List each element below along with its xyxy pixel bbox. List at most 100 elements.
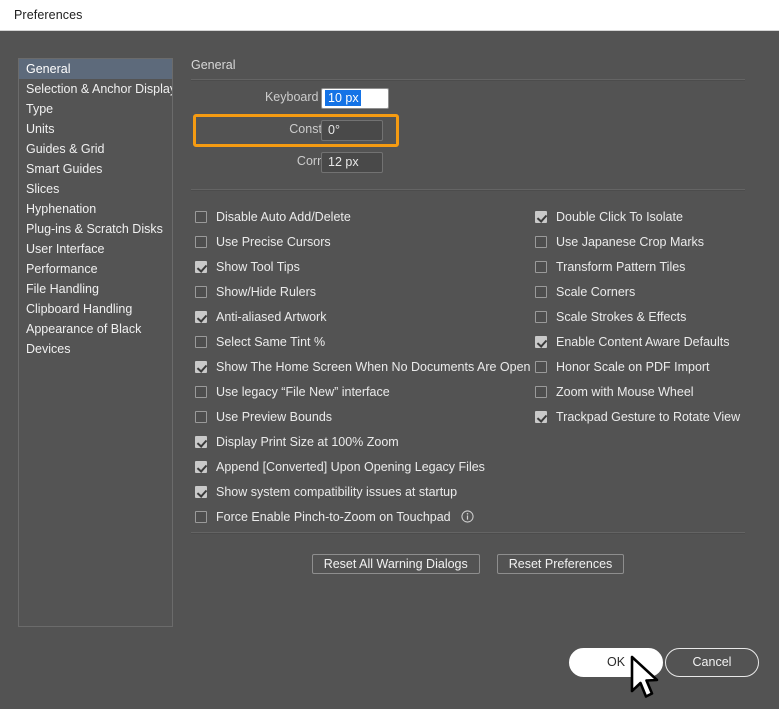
checkbox-label: Use legacy “File New” interface — [216, 384, 390, 399]
checkbox-row[interactable]: Double Click To Isolate — [535, 204, 755, 229]
keyboard-increment-value: 10 px — [325, 90, 361, 106]
sidebar-item-user-interface[interactable]: User Interface — [19, 239, 172, 259]
checkbox-row[interactable]: Show system compatibility issues at star… — [195, 479, 525, 504]
checkbox-row[interactable]: Select Same Tint % — [195, 329, 525, 354]
checkbox-row[interactable]: Force Enable Pinch-to-Zoom on Touchpad — [195, 504, 525, 529]
corner-radius-input[interactable]: 12 px — [321, 152, 383, 173]
checkbox-unchecked-icon[interactable] — [195, 285, 207, 298]
cancel-button[interactable]: Cancel — [665, 648, 759, 677]
checkbox-row[interactable]: Transform Pattern Tiles — [535, 254, 755, 279]
checkbox-label: Display Print Size at 100% Zoom — [216, 434, 399, 449]
checkbox-row[interactable]: Zoom with Mouse Wheel — [535, 379, 755, 404]
checkbox-unchecked-icon[interactable] — [535, 285, 547, 298]
category-sidebar[interactable]: General Selection & Anchor Display Type Uni… — [18, 58, 173, 627]
checkbox-row[interactable]: Anti-aliased Artwork — [195, 304, 525, 329]
checkbox-unchecked-icon[interactable] — [535, 235, 547, 248]
reset-button-group: Reset All Warning Dialogs Reset Preferenc… — [191, 554, 745, 574]
checkbox-checked-icon[interactable] — [195, 435, 207, 448]
checkbox-label: Honor Scale on PDF Import — [556, 359, 710, 374]
checkbox-checked-icon[interactable] — [535, 335, 547, 348]
checkbox-checked-icon[interactable] — [195, 310, 207, 323]
panel-title: General — [191, 58, 236, 72]
checkbox-unchecked-icon[interactable] — [535, 310, 547, 323]
sidebar-item-performance[interactable]: Performance — [19, 259, 172, 279]
sidebar-item-smart-guides[interactable]: Smart Guides — [19, 159, 172, 179]
checkbox-label: Scale Corners — [556, 284, 636, 299]
sidebar-item-devices[interactable]: Devices — [19, 339, 172, 359]
checkbox-unchecked-icon[interactable] — [535, 385, 547, 398]
sidebar-item-selection-anchor-display[interactable]: Selection & Anchor Display — [19, 79, 172, 99]
checkbox-row[interactable]: Scale Strokes & Effects — [535, 304, 755, 329]
checkbox-row[interactable]: Use legacy “File New” interface — [195, 379, 525, 404]
checkbox-label: Transform Pattern Tiles — [556, 259, 686, 274]
checkbox-row[interactable]: Display Print Size at 100% Zoom — [195, 429, 525, 454]
checkbox-label: Show/Hide Rulers — [216, 284, 317, 299]
window-title: Preferences — [14, 8, 83, 22]
checkbox-checked-icon[interactable] — [535, 410, 547, 423]
checkbox-row[interactable]: Use Preview Bounds — [195, 404, 525, 429]
sidebar-item-hyphenation[interactable]: Hyphenation — [19, 199, 172, 219]
keyboard-increment-input[interactable]: 10 px — [321, 88, 389, 109]
checkbox-unchecked-icon[interactable] — [195, 510, 207, 523]
sidebar-item-general[interactable]: General — [19, 59, 172, 79]
checkbox-label: Use Preview Bounds — [216, 409, 333, 424]
checkbox-unchecked-icon[interactable] — [195, 335, 207, 348]
sidebar-item-file-handling[interactable]: File Handling — [19, 279, 172, 299]
keyboard-increment-row: Keyboard Increment: 10 px — [193, 88, 399, 147]
checkbox-row[interactable]: Append [Converted] Upon Opening Legacy F… — [195, 454, 525, 479]
checkbox-row[interactable]: Use Precise Cursors — [195, 229, 525, 254]
dialog-footer: OK Cancel — [0, 648, 779, 688]
checkbox-checked-icon[interactable] — [535, 210, 547, 223]
constrain-angle-input[interactable]: 0° — [321, 120, 383, 141]
checkbox-column-left: Disable Auto Add/Delete Use Precise Curso… — [195, 204, 531, 529]
sidebar-item-type[interactable]: Type — [19, 99, 172, 119]
checkbox-label: Show The Home Screen When No Documents A… — [216, 359, 531, 374]
sidebar-item-appearance-of-black[interactable]: Appearance of Black — [19, 319, 172, 339]
checkbox-row[interactable]: Enable Content Aware Defaults — [535, 329, 755, 354]
checkbox-checked-icon[interactable] — [195, 260, 207, 273]
sidebar-item-units[interactable]: Units — [19, 119, 172, 139]
checkbox-unchecked-icon[interactable] — [195, 235, 207, 248]
checkbox-row[interactable]: Honor Scale on PDF Import — [535, 354, 755, 379]
divider-middle — [191, 189, 745, 191]
checkbox-row[interactable]: Show/Hide Rulers — [195, 279, 525, 304]
checkbox-unchecked-icon[interactable] — [535, 360, 547, 373]
checkbox-label: Force Enable Pinch-to-Zoom on Touchpad — [216, 509, 451, 524]
checkbox-row[interactable]: Use Japanese Crop Marks — [535, 229, 755, 254]
checkbox-label: Show system compatibility issues at star… — [216, 484, 458, 499]
checkbox-label: Anti-aliased Artwork — [216, 309, 327, 324]
sidebar-item-guides-grid[interactable]: Guides & Grid — [19, 139, 172, 159]
checkbox-checked-icon[interactable] — [195, 460, 207, 473]
preferences-dialog: Preferences General Selection & Anchor Di… — [0, 0, 779, 709]
ok-button[interactable]: OK — [569, 648, 663, 677]
checkbox-column-right: Double Click To Isolate Use Japanese Crop… — [535, 204, 755, 429]
checkbox-row[interactable]: Disable Auto Add/Delete — [195, 204, 525, 229]
checkbox-row[interactable]: Show The Home Screen When No Documents A… — [195, 354, 531, 379]
checkbox-unchecked-icon[interactable] — [195, 210, 207, 223]
checkbox-label: Scale Strokes & Effects — [556, 309, 687, 324]
checkbox-unchecked-icon[interactable] — [535, 260, 547, 273]
checkbox-unchecked-icon[interactable] — [195, 385, 207, 398]
reset-button-1[interactable]: Reset Preferences — [496, 554, 625, 574]
checkbox-row[interactable]: Show Tool Tips — [195, 254, 525, 279]
corner-radius-row: Corner Radius: 12 px — [201, 152, 383, 174]
checkbox-row[interactable]: Scale Corners — [535, 279, 755, 304]
checkbox-label: Append [Converted] Upon Opening Legacy F… — [216, 459, 485, 474]
title-bar: Preferences — [0, 0, 779, 31]
checkbox-label: Trackpad Gesture to Rotate View — [556, 409, 741, 424]
checkbox-row[interactable]: Trackpad Gesture to Rotate View — [535, 404, 755, 429]
sidebar-item-plug-ins-scratch-disks[interactable]: Plug-ins & Scratch Disks — [19, 219, 172, 239]
divider-top — [191, 79, 745, 81]
checkbox-checked-icon[interactable] — [195, 360, 207, 373]
checkbox-label: Double Click To Isolate — [556, 209, 683, 224]
sidebar-item-slices[interactable]: Slices — [19, 179, 172, 199]
checkbox-label: Use Japanese Crop Marks — [556, 234, 704, 249]
checkbox-label: Select Same Tint % — [216, 334, 326, 349]
checkbox-label: Zoom with Mouse Wheel — [556, 384, 694, 399]
checkbox-label: Show Tool Tips — [216, 259, 300, 274]
info-icon[interactable] — [461, 510, 474, 523]
sidebar-item-clipboard-handling[interactable]: Clipboard Handling — [19, 299, 172, 319]
checkbox-checked-icon[interactable] — [195, 485, 207, 498]
checkbox-unchecked-icon[interactable] — [195, 410, 207, 423]
reset-button-0[interactable]: Reset All Warning Dialogs — [311, 554, 480, 574]
